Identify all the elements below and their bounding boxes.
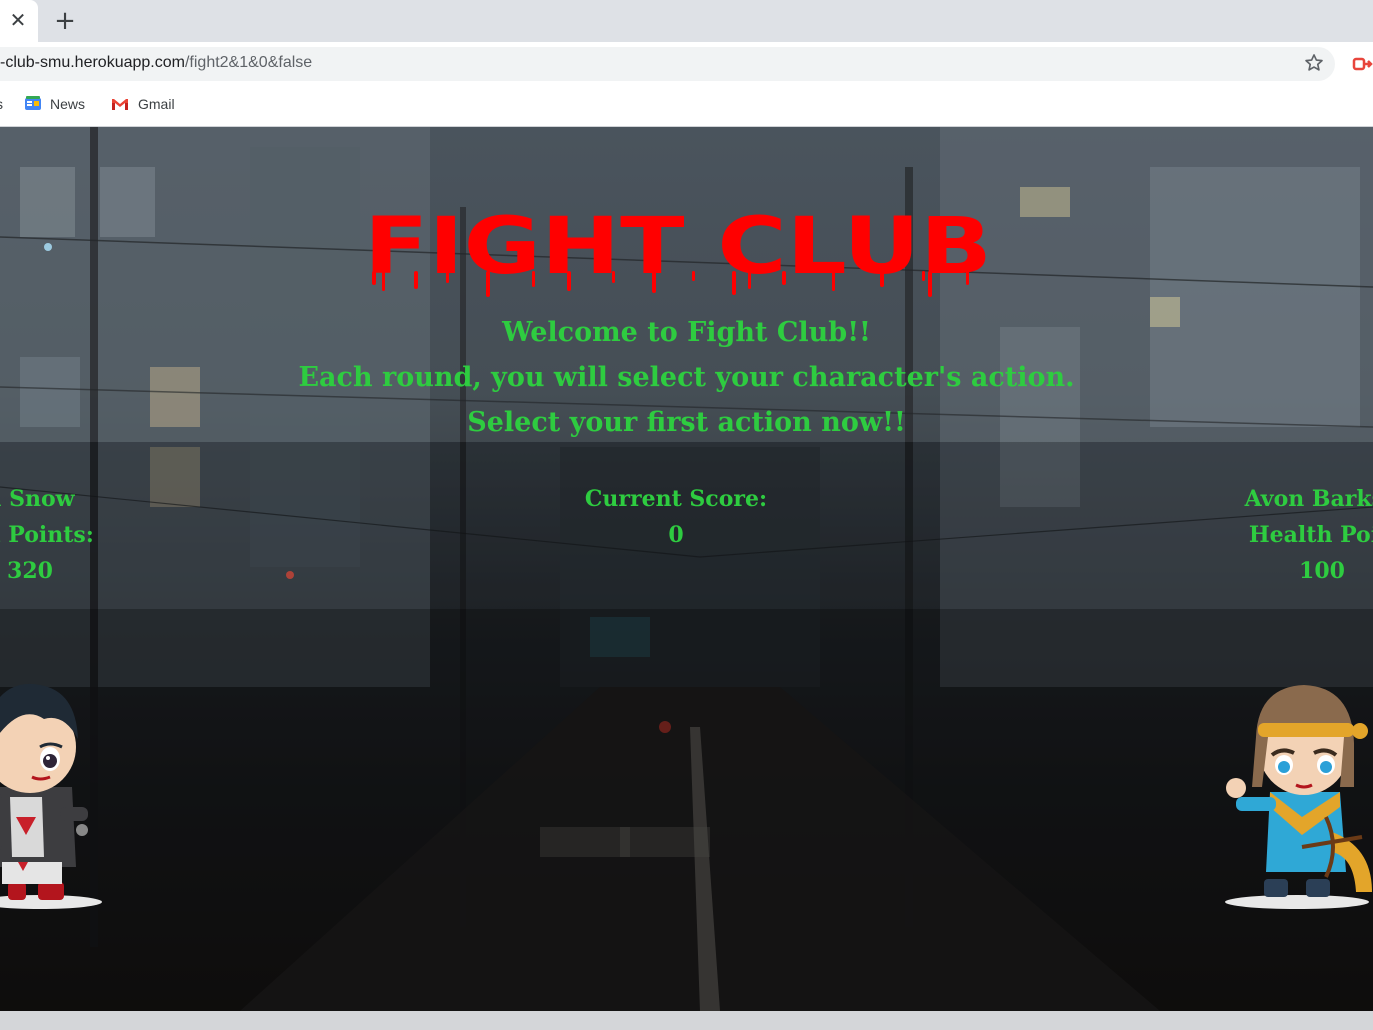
browser-toolbar: -club-smu.herokuapp.com/fight2&1&0&false (0, 42, 1373, 86)
player-character-sprite (0, 683, 102, 909)
enemy-stats: Avon Barksd Health Poin 100 (1222, 482, 1373, 590)
enemy-hp-label: Health Poin (1248, 522, 1373, 548)
url-host: -club-smu.herokuapp.com (0, 54, 185, 71)
address-bar[interactable]: -club-smu.herokuapp.com/fight2&1&0&false (0, 47, 1335, 81)
player-hp-label: lth Points: (0, 522, 94, 548)
score-label: Current Score: (584, 486, 768, 512)
page-title: FIGHT CLUB (364, 213, 992, 297)
url-text[interactable]: -club-smu.herokuapp.com/fight2&1&0&false (0, 54, 312, 72)
player-name: n Snow (0, 486, 75, 512)
google-news-icon (25, 96, 41, 111)
bookmark-label: Gmail (138, 96, 175, 112)
intro-text: Welcome to Fight Club!! Each round, you … (0, 317, 1373, 452)
enemy-character-sprite (1225, 685, 1372, 909)
url-path: /fight2&1&0&false (184, 54, 313, 71)
page-viewport: FIGHT CLUB Welcome to Fight Club!! Each … (0, 127, 1373, 1011)
enemy-hp-value: 100 (1299, 558, 1345, 584)
bookmark-item[interactable]: s (0, 96, 3, 112)
prompt-line: Select your first action now!! (467, 407, 906, 438)
bookmarks-bar: s News Gmail (0, 86, 1373, 127)
bottom-scroll-edge (0, 1011, 1373, 1030)
gmail-icon (112, 99, 128, 111)
page-title-text: FIGHT CLUB (364, 213, 992, 292)
bookmark-gmail[interactable]: Gmail (110, 96, 175, 113)
score-value: 0 (668, 522, 684, 548)
player-hp-value: 320 (7, 558, 53, 584)
enemy-name: Avon Barksd (1244, 486, 1373, 512)
bookmark-label: News (50, 96, 86, 112)
instruction-line: Each round, you will select your charact… (298, 362, 1075, 393)
arena-band (0, 609, 1373, 1011)
tab-strip: ✕ + (0, 0, 1373, 42)
browser-tab[interactable]: ✕ (0, 0, 38, 42)
bookmark-news[interactable]: News (24, 96, 85, 114)
star-icon[interactable] (1303, 52, 1325, 74)
plus-icon[interactable]: + (52, 8, 78, 34)
score-display: Current Score: 0 (556, 482, 796, 554)
close-icon[interactable]: ✕ (8, 9, 28, 31)
extension-icon[interactable] (1352, 55, 1373, 73)
player-stats: n Snow lth Points: 320 (0, 482, 130, 590)
welcome-line: Welcome to Fight Club!! (502, 317, 871, 348)
